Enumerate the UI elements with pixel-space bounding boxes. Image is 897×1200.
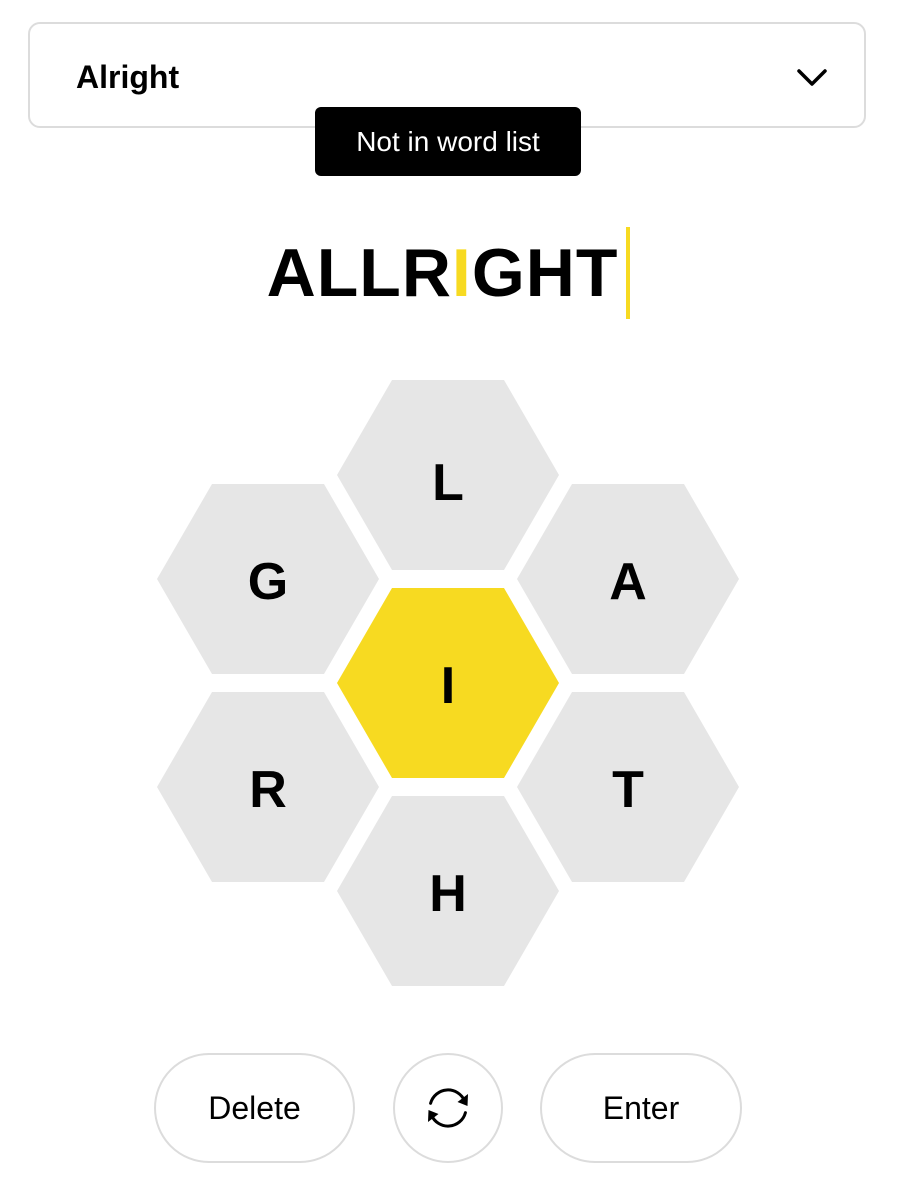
hive-cell-lower-right[interactable]: T <box>517 692 739 882</box>
hive-cell-lower-left[interactable]: R <box>157 692 379 882</box>
shuffle-icon <box>428 1088 468 1128</box>
shuffle-button[interactable] <box>393 1053 503 1163</box>
hive-cell-upper-left[interactable]: G <box>157 484 379 674</box>
hive-cell-bottom[interactable]: H <box>337 796 559 986</box>
hive-cell-center[interactable]: I <box>337 588 559 778</box>
hive-cell-top[interactable]: L <box>337 380 559 570</box>
delete-button[interactable]: Delete <box>154 1053 355 1163</box>
letter-hive: L G A I R T H <box>157 380 739 986</box>
hive-cell-upper-right[interactable]: A <box>517 484 739 674</box>
enter-button[interactable]: Enter <box>540 1053 742 1163</box>
